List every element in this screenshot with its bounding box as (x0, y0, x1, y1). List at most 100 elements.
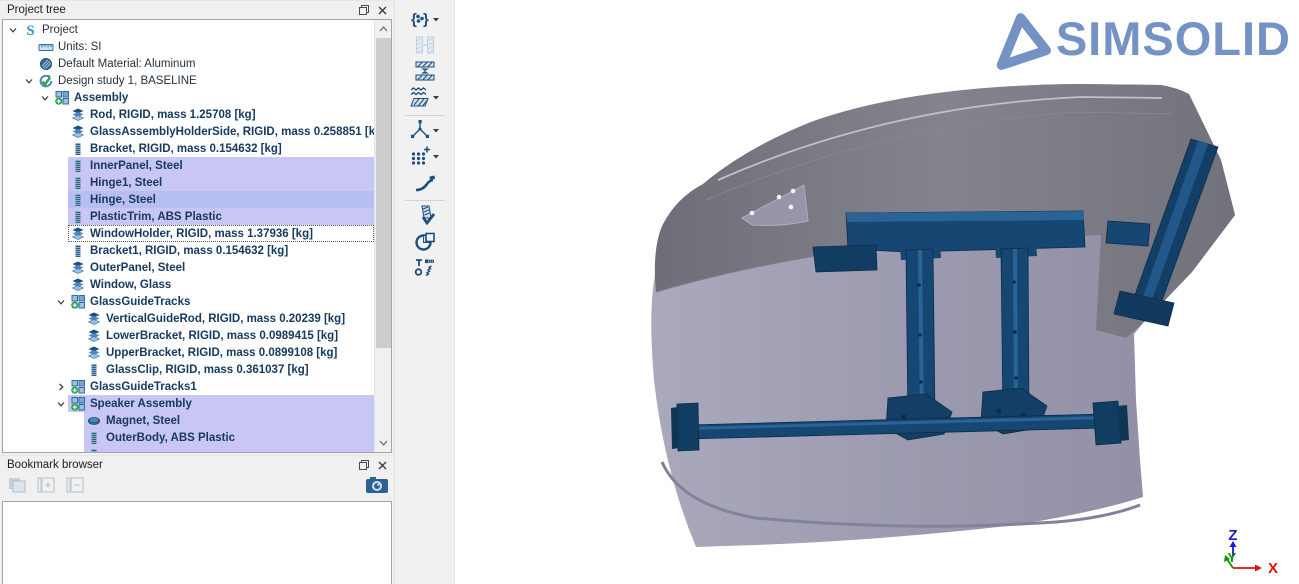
tree-item-content[interactable]: GlassAssemblyHolderSide, RIGID, mass 0.2… (68, 123, 388, 140)
tree-item-label: Rod, RIGID, mass 1.25708 [kg] (90, 109, 256, 121)
float-icon[interactable] (355, 457, 373, 473)
tree-item-content[interactable]: Bracket, RIGID, mass 0.154632 [kg] (68, 140, 374, 157)
scroll-down-icon[interactable] (375, 435, 391, 451)
tree-item-content[interactable]: Bracket1, RIGID, mass 0.154632 [kg] (68, 242, 374, 259)
group-parts-button[interactable]: {} (399, 8, 451, 34)
chevron-down-icon[interactable] (432, 8, 440, 35)
tree-item-content[interactable]: GlassClip, RIGID, mass 0.361037 [kg] (84, 361, 374, 378)
tree-item[interactable]: GlassGuideTracks1 (3, 378, 374, 395)
chevron-expanded-icon[interactable] (21, 76, 36, 86)
tree-item-content[interactable]: Design study 1, BASELINE (36, 72, 374, 89)
chevron-collapsed-icon[interactable] (53, 382, 68, 392)
chevron-expanded-icon[interactable] (37, 93, 52, 103)
tree-item-content[interactable]: OuterBody, ABS Plastic (84, 429, 374, 446)
tree-item-content[interactable]: InnerPanel, Steel (68, 157, 374, 174)
tree-item-content[interactable]: Hinge1, Steel (68, 174, 374, 191)
tree-item[interactable]: Default Material: Aluminum (3, 55, 374, 72)
chevron-expanded-icon[interactable] (5, 25, 20, 35)
contact-conditions-icon (409, 86, 431, 113)
bookmark-list[interactable] (2, 501, 392, 584)
virtual-connectors-button[interactable] (399, 119, 451, 145)
connections-button (399, 34, 451, 60)
tree-item[interactable]: Speaker Assembly (3, 395, 374, 412)
scroll-up-icon[interactable] (375, 21, 391, 37)
hinge-hole (750, 211, 755, 216)
tree-item[interactable]: Rod, RIGID, mass 1.25708 [kg] (3, 106, 374, 123)
review-connections-button[interactable] (399, 204, 451, 230)
connection-groups-button[interactable] (399, 230, 451, 256)
tree-item-content[interactable]: VerticalGuideRod, RIGID, mass 0.20239 [k… (84, 310, 374, 327)
rigid-icon (86, 328, 102, 344)
tree-item[interactable]: Hinge1, Steel (3, 174, 374, 191)
part-icon (70, 158, 86, 174)
scrollbar-thumb[interactable] (376, 38, 391, 348)
tree-item[interactable]: GlassGuideTracks (3, 293, 374, 310)
seam-welds-button[interactable] (399, 171, 451, 197)
float-icon[interactable] (355, 2, 373, 18)
tree-item-content[interactable]: Rod, RIGID, mass 1.25708 [kg] (68, 106, 374, 123)
virtual-connectors-icon (409, 119, 431, 146)
tree-item[interactable]: UpperBracket, RIGID, mass 0.0899108 [kg] (3, 344, 374, 361)
tree-item-content[interactable]: Magnet, Steel (84, 412, 374, 429)
tree-item[interactable]: Magnet, Steel (3, 412, 374, 429)
rigid-icon (70, 226, 86, 242)
tree-item-content[interactable]: LowerBracket, RIGID, mass 0.0989415 [kg] (84, 327, 374, 344)
part-icon (70, 175, 86, 191)
tree-item-label: OuterBody, ABS Plastic (106, 432, 235, 444)
tree-item[interactable]: GlassAssemblyHolderSide, RIGID, mass 0.2… (3, 123, 374, 140)
automatic-connections-button[interactable] (399, 60, 451, 86)
contact-conditions-button[interactable] (399, 86, 451, 112)
tree-item[interactable]: OuterBody, ABS Plastic (3, 429, 374, 446)
tree-item-content[interactable]: Assembly (52, 89, 374, 106)
tree-item[interactable]: Bracket1, RIGID, mass 0.154632 [kg] (3, 242, 374, 259)
tree-item-label: UpperBracket, RIGID, mass 0.0899108 [kg] (106, 347, 337, 359)
project-tree-body: SProjectUnits: SI Default Material: Alumi… (2, 19, 392, 453)
tree-item[interactable]: Assembly (3, 89, 374, 106)
axis-triad: Z Y X (1224, 527, 1278, 577)
chevron-expanded-icon[interactable] (53, 399, 68, 409)
tree-item[interactable]: WindowHolder, RIGID, mass 1.37936 [kg] (3, 225, 374, 242)
tree-scrollbar[interactable] (374, 20, 391, 452)
tree-item[interactable]: Bracket, RIGID, mass 0.154632 [kg] (3, 140, 374, 157)
tree-item[interactable]: LowerBracket, RIGID, mass 0.0989415 [kg] (3, 327, 374, 344)
tree-item[interactable]: Design study 1, BASELINE (3, 72, 374, 89)
spot-welds-button[interactable] (399, 145, 451, 171)
tree-item-content[interactable]: Window, Glass (68, 276, 374, 293)
tree-item-content[interactable]: GlassGuideTracks (68, 293, 374, 310)
rigid-icon (86, 345, 102, 361)
tree-item[interactable]: SProject (3, 21, 374, 38)
tree-item[interactable]: PlasticTrim, ABS Plastic (3, 208, 374, 225)
bolt-nut-tightening-button[interactable] (399, 256, 451, 282)
tree-item-content[interactable]: SProject (20, 21, 374, 38)
tree-item-label: Design study 1, BASELINE (58, 75, 197, 87)
tree-item-content[interactable]: WindowHolder, RIGID, mass 1.37936 [kg] (68, 225, 374, 242)
tree-item-content[interactable]: Default Material: Aluminum (36, 55, 374, 72)
tree-item-content[interactable] (84, 446, 374, 453)
tree-item-content[interactable]: GlassGuideTracks1 (68, 378, 374, 395)
tree-item-label: InnerPanel, Steel (90, 160, 183, 172)
close-icon[interactable] (373, 457, 391, 473)
tree-item[interactable]: VerticalGuideRod, RIGID, mass 0.20239 [k… (3, 310, 374, 327)
tree-item-content[interactable]: OuterPanel, Steel (68, 259, 374, 276)
close-icon[interactable] (373, 2, 391, 18)
tree-item-content[interactable]: Hinge, Steel (68, 191, 374, 208)
tree-item[interactable]: InnerPanel, Steel (3, 157, 374, 174)
chevron-down-icon[interactable] (432, 86, 440, 113)
tree-item-content[interactable]: PlasticTrim, ABS Plastic (68, 208, 374, 225)
viewport-3d[interactable]: SIMSOLID (456, 0, 1299, 584)
tree-item-label: Default Material: Aluminum (58, 58, 195, 70)
tree-item-content[interactable]: Speaker Assembly (68, 395, 374, 412)
tree-item[interactable]: GlassClip, RIGID, mass 0.361037 [kg] (3, 361, 374, 378)
tree-item-content[interactable]: Units: SI (36, 38, 374, 55)
project-tree-rows: SProjectUnits: SI Default Material: Alumi… (3, 21, 374, 453)
tree-item[interactable]: Hinge, Steel (3, 191, 374, 208)
tree-item[interactable]: Window, Glass (3, 276, 374, 293)
tree-item[interactable] (3, 446, 374, 453)
tree-item[interactable]: Units: SI (3, 38, 374, 55)
tree-item[interactable]: OuterPanel, Steel (3, 259, 374, 276)
chevron-down-icon[interactable] (432, 145, 440, 172)
chevron-expanded-icon[interactable] (53, 297, 68, 307)
tree-item-content[interactable]: UpperBracket, RIGID, mass 0.0899108 [kg] (84, 344, 374, 361)
camera-button[interactable] (366, 478, 388, 498)
chevron-down-icon[interactable] (432, 119, 440, 146)
